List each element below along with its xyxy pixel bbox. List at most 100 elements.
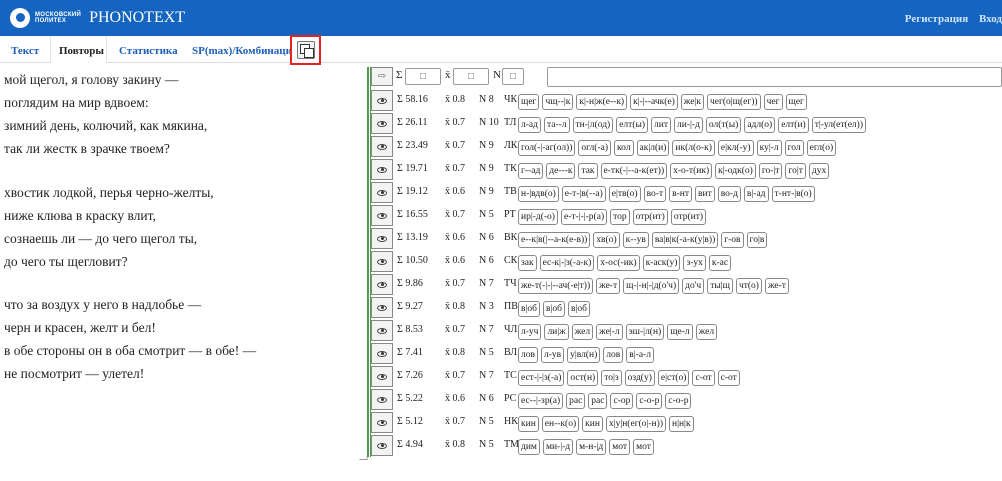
repeat-chip[interactable]: дух xyxy=(808,163,830,179)
repeat-chip[interactable]: лит xyxy=(651,117,672,133)
register-link[interactable]: Регистрация xyxy=(905,13,968,25)
repeat-chip[interactable]: мот xyxy=(633,439,654,455)
repeat-chip[interactable]: тн-|л(од) xyxy=(572,117,614,133)
search-input[interactable] xyxy=(547,67,1002,87)
repeat-chip[interactable]: же|к xyxy=(680,94,704,110)
repeat-chip[interactable]: ку|-л xyxy=(756,140,782,156)
repeat-chip[interactable]: рас xyxy=(566,393,586,409)
app-title[interactable]: PHONOTEXT xyxy=(89,9,185,27)
copy-button[interactable] xyxy=(290,35,321,65)
toggle-visibility-button[interactable] xyxy=(371,412,393,433)
repeat-chip[interactable]: дим xyxy=(518,439,540,455)
repeat-chip[interactable]: г--ад xyxy=(518,163,544,179)
repeat-chip[interactable]: к|-|--ачк(е) xyxy=(630,94,678,110)
repeat-chip[interactable]: ен--к(о) xyxy=(541,416,580,432)
repeat-chip[interactable]: к-ас xyxy=(708,255,732,271)
repeat-chip[interactable]: ес--|-зр(а) xyxy=(518,393,564,409)
toggle-visibility-button[interactable] xyxy=(371,389,393,410)
repeat-chip[interactable]: го|в xyxy=(746,232,768,248)
repeat-chip[interactable]: елт(ы) xyxy=(616,117,649,133)
repeat-chip[interactable]: ак|л(и) xyxy=(636,140,670,156)
tab-statistics[interactable]: Статистика xyxy=(119,45,178,57)
repeat-chip[interactable]: е|ст(о) xyxy=(657,370,690,386)
xbar-filter-input[interactable]: □ xyxy=(453,68,489,85)
repeat-chip[interactable]: щег xyxy=(518,94,540,110)
repeat-chip[interactable]: в|-ад xyxy=(743,186,769,202)
repeat-chip[interactable]: зак xyxy=(518,255,537,271)
repeat-chip[interactable]: вит xyxy=(695,186,715,202)
repeat-chip[interactable]: к|-одк(о) xyxy=(715,163,756,179)
repeat-chip[interactable]: в|об xyxy=(567,301,590,317)
repeat-chip[interactable]: же|-л xyxy=(596,324,623,340)
repeat-chip[interactable]: е--к|в(|--а-к(е-в)) xyxy=(518,232,591,248)
toggle-visibility-button[interactable] xyxy=(371,136,393,157)
polytech-logo[interactable]: МОСКОВСКИЙ ПОЛИТЕХ xyxy=(10,8,81,28)
repeat-chip[interactable]: с-о-р xyxy=(665,393,692,409)
repeat-chip[interactable]: щ-|-н|-|д(о'ч) xyxy=(623,278,680,294)
repeat-chip[interactable]: гол xyxy=(784,140,804,156)
repeat-chip[interactable]: с-о-р xyxy=(636,393,663,409)
tab-sp-max-combinations[interactable]: SP(max)/Комбинации xyxy=(192,45,298,57)
repeat-chip[interactable]: с-ор xyxy=(610,393,634,409)
repeat-chip[interactable]: хв(о) xyxy=(593,232,620,248)
repeat-chip[interactable]: ес-к|-|з(-а-к) xyxy=(539,255,595,271)
repeat-chip[interactable]: рас xyxy=(588,393,608,409)
repeat-chip[interactable]: ир|-д(-о) xyxy=(518,209,558,225)
tab-repeats[interactable]: Повторы xyxy=(59,45,104,57)
repeat-chip[interactable]: н|н|к xyxy=(668,416,694,432)
repeat-chip[interactable]: лов xyxy=(603,347,624,363)
toggle-visibility-button[interactable] xyxy=(371,228,393,249)
repeat-chip[interactable]: елт(и) xyxy=(778,117,809,133)
repeat-chip[interactable]: в-нт xyxy=(669,186,692,202)
repeat-chip[interactable]: ще-л xyxy=(667,324,693,340)
repeat-chip[interactable]: щег xyxy=(785,94,807,110)
repeat-chip[interactable]: же-т xyxy=(596,278,621,294)
toggle-visibility-button[interactable] xyxy=(371,274,393,295)
toggle-visibility-button[interactable] xyxy=(371,251,393,272)
repeat-chip[interactable]: е-т-|в(--а) xyxy=(561,186,606,202)
repeat-chip[interactable]: м-н-|д xyxy=(576,439,607,455)
repeat-chip[interactable]: эш-|л(н) xyxy=(625,324,665,340)
repeat-chip[interactable]: чег xyxy=(763,94,783,110)
repeat-chip[interactable]: ли|ж xyxy=(544,324,569,340)
arrow-right-button[interactable]: ⇨ xyxy=(371,67,393,86)
repeat-chip[interactable]: х-ос(-ик) xyxy=(597,255,640,271)
repeat-chip[interactable]: ты|щ xyxy=(707,278,733,294)
toggle-visibility-button[interactable] xyxy=(371,297,393,318)
n-filter-input[interactable]: □ xyxy=(502,68,524,85)
toggle-visibility-button[interactable] xyxy=(371,435,393,456)
repeat-chip[interactable]: го|т xyxy=(785,163,806,179)
repeat-chip[interactable]: кин xyxy=(518,416,539,432)
repeat-chip[interactable]: кол xyxy=(614,140,634,156)
repeat-chip[interactable]: чт(о) xyxy=(735,278,762,294)
repeat-chip[interactable]: з-ух xyxy=(683,255,706,271)
repeat-chip[interactable]: к-аск(у) xyxy=(642,255,681,271)
poem-text-area[interactable]: мой щегол, я голову закину — поглядим на… xyxy=(0,65,360,465)
tab-text[interactable]: Текст xyxy=(11,45,39,57)
repeat-chip[interactable]: то|з xyxy=(601,370,622,386)
repeat-chip[interactable]: к--ув xyxy=(622,232,649,248)
repeat-chip[interactable]: х|у|н(ег(о|-н)) xyxy=(605,416,666,432)
repeat-chip[interactable]: л-уч xyxy=(518,324,542,340)
repeat-chip[interactable]: с-от xyxy=(692,370,715,386)
repeat-chip[interactable]: е-тк(-|--а-к(ет)) xyxy=(600,163,668,179)
repeat-chip[interactable]: жел xyxy=(571,324,594,340)
repeat-chip[interactable]: л-ад xyxy=(518,117,541,133)
repeat-chip[interactable]: ми-|-д xyxy=(542,439,574,455)
repeat-chip[interactable]: ест-|-|з(-а) xyxy=(518,370,565,386)
toggle-visibility-button[interactable] xyxy=(371,205,393,226)
repeat-chip[interactable]: адл(о) xyxy=(744,117,776,133)
repeat-chip[interactable]: ли-|-д xyxy=(674,117,703,133)
repeat-chip[interactable]: е|кл(-у) xyxy=(717,140,754,156)
repeat-chip[interactable]: жел xyxy=(695,324,718,340)
repeat-chip[interactable]: огл(-а) xyxy=(578,140,612,156)
repeat-chip[interactable]: т|-ул(ет(ел)) xyxy=(811,117,866,133)
repeat-chip[interactable]: с-от xyxy=(717,370,740,386)
repeat-chip[interactable]: е-т-|-|-р(а) xyxy=(560,209,608,225)
repeat-chip[interactable]: ост(н) xyxy=(567,370,599,386)
repeat-chip[interactable]: г-ов xyxy=(721,232,744,248)
repeat-chip[interactable]: же-т xyxy=(764,278,789,294)
repeat-chip[interactable]: озд(у) xyxy=(624,370,655,386)
repeat-chip[interactable]: же-т(-|-|--ач(-е|т)) xyxy=(518,278,594,294)
repeat-chip[interactable]: ик(л(о-к) xyxy=(672,140,715,156)
